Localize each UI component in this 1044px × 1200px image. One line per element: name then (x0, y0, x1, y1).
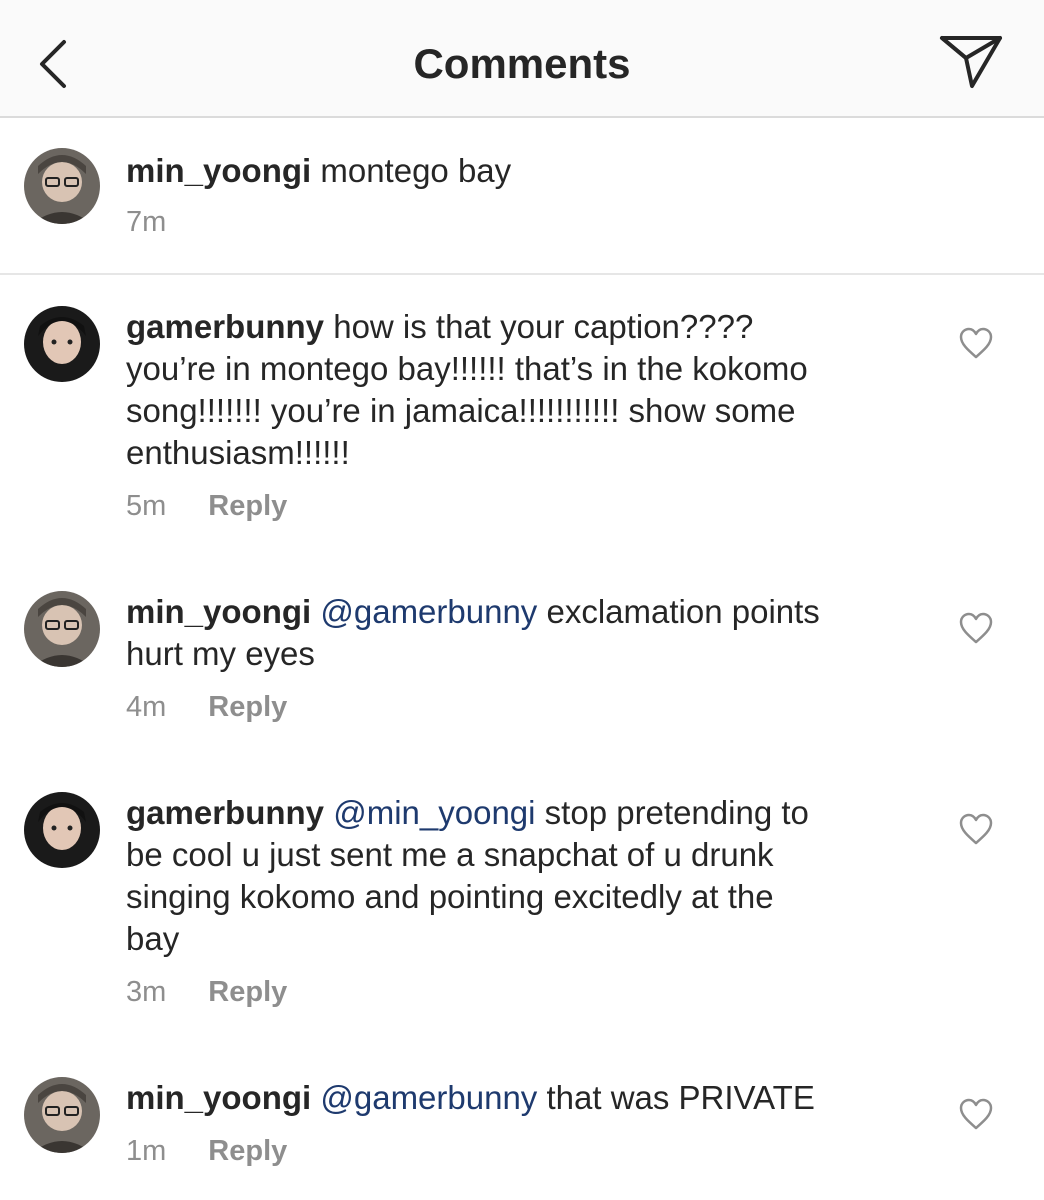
caption-body: montego bay (320, 152, 512, 189)
comment-mention[interactable]: @min_yoongi (333, 794, 535, 831)
caption-text: min_yoongi montego bay (126, 150, 511, 192)
comment-line: you’re in montego bay!!!!!! that’s in th… (126, 350, 808, 387)
comment-time: 5m (126, 490, 167, 522)
comment-text: gamerbunny how is that your caption???? … (126, 306, 808, 474)
comment-body: stop pretending to (544, 794, 809, 831)
page-title: Comments (413, 40, 631, 87)
comment-mention[interactable]: @gamerbunny (320, 593, 537, 630)
comment-line: bay (126, 920, 180, 957)
like-heart-icon[interactable] (958, 326, 994, 360)
like-heart-icon[interactable] (958, 1097, 994, 1131)
avatar[interactable] (24, 792, 100, 868)
comment-meta: 4m Reply (126, 691, 287, 724)
comment-username[interactable]: min_yoongi (126, 593, 311, 630)
comment-meta: 1m Reply (126, 1135, 287, 1168)
reply-button[interactable]: Reply (208, 976, 287, 1008)
comment-line: enthusiasm!!!!!! (126, 434, 350, 471)
avatar[interactable] (24, 306, 100, 382)
avatar[interactable] (24, 148, 100, 224)
comment-meta: 5m Reply (126, 490, 287, 523)
comment-line: song!!!!!!! you’re in jamaica!!!!!!!!!!!… (126, 392, 796, 429)
caption-time: 7m (126, 206, 167, 238)
comment-body: exclamation points (546, 593, 820, 630)
like-heart-icon[interactable] (958, 812, 994, 846)
comment-body: that was PRIVATE (546, 1079, 815, 1116)
post-caption: min_yoongi montego bay 7m (0, 120, 1044, 275)
comment-time: 4m (126, 691, 167, 723)
reply-button[interactable]: Reply (208, 691, 287, 723)
direct-message-icon[interactable] (938, 32, 1004, 92)
caption-meta: 7m (126, 206, 166, 239)
comment-time: 3m (126, 976, 167, 1008)
comments-header: Comments (0, 0, 1044, 118)
caption-username[interactable]: min_yoongi (126, 152, 311, 189)
comment-username[interactable]: gamerbunny (126, 794, 324, 831)
like-heart-icon[interactable] (958, 611, 994, 645)
comment-line: singing kokomo and pointing excitedly at… (126, 878, 774, 915)
reply-button[interactable]: Reply (208, 490, 287, 522)
reply-button[interactable]: Reply (208, 1135, 287, 1167)
comment-body: how is that your caption???? (333, 308, 754, 345)
comment-meta: 3m Reply (126, 976, 287, 1009)
comment-username[interactable]: min_yoongi (126, 1079, 311, 1116)
comment-line: hurt my eyes (126, 635, 315, 672)
comment-line: be cool u just sent me a snapchat of u d… (126, 836, 774, 873)
comment-mention[interactable]: @gamerbunny (320, 1079, 537, 1116)
comment-text: min_yoongi @gamerbunny that was PRIVATE (126, 1077, 815, 1119)
comment-time: 1m (126, 1135, 167, 1167)
avatar[interactable] (24, 591, 100, 667)
comment-text: min_yoongi @gamerbunny exclamation point… (126, 591, 820, 675)
comment-username[interactable]: gamerbunny (126, 308, 324, 345)
comment-text: gamerbunny @min_yoongi stop pretending t… (126, 792, 809, 960)
avatar[interactable] (24, 1077, 100, 1153)
